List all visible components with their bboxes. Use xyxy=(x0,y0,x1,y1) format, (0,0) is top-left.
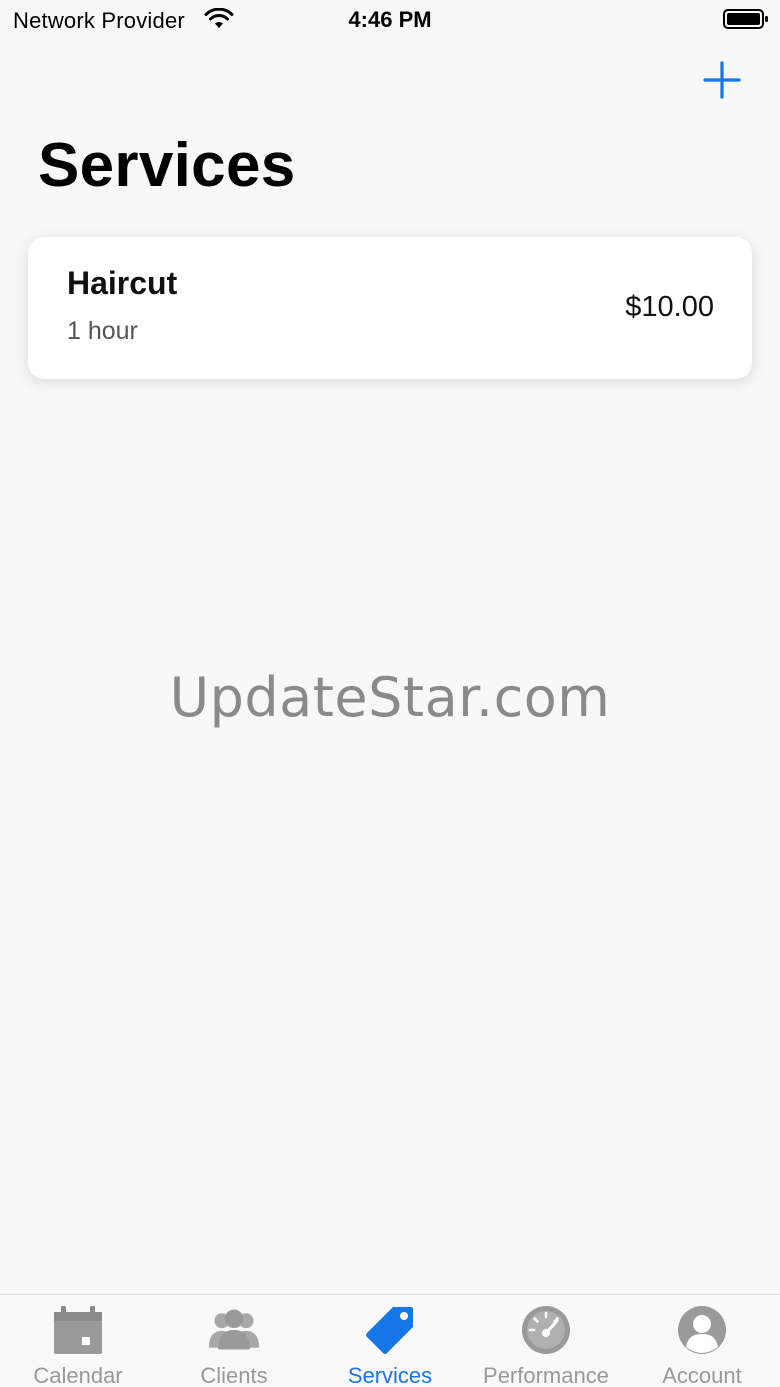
clients-icon xyxy=(208,1309,260,1350)
battery-icon xyxy=(723,9,768,29)
service-duration: 1 hour xyxy=(67,317,138,345)
tab-clients[interactable]: Clients xyxy=(156,1295,312,1387)
tab-label-calendar: Calendar xyxy=(33,1363,123,1387)
tab-account[interactable]: Account xyxy=(624,1295,780,1387)
service-card-haircut[interactable]: Haircut 1 hour $10.00 xyxy=(28,237,752,379)
tab-label-clients: Clients xyxy=(200,1363,268,1387)
tab-bar: Calendar Clients Services Performance Ac… xyxy=(0,1294,780,1387)
tab-services[interactable]: Services xyxy=(312,1295,468,1387)
tag-icon xyxy=(366,1307,413,1354)
services-screen: Network Provider 4:46 PM Services Haircu… xyxy=(0,0,780,1387)
status-time: 4:46 PM xyxy=(348,7,432,32)
page-title: Services xyxy=(38,131,296,200)
tab-label-services: Services xyxy=(347,1363,433,1387)
tab-performance[interactable]: Performance xyxy=(468,1295,624,1387)
service-price: $10.00 xyxy=(625,291,714,323)
watermark: UpdateStar.com xyxy=(169,666,611,729)
speedometer-icon xyxy=(522,1306,570,1354)
account-icon xyxy=(678,1306,726,1354)
plus-icon xyxy=(703,61,741,99)
add-service-button[interactable] xyxy=(700,58,744,102)
service-name: Haircut xyxy=(67,265,178,301)
status-bar: Network Provider 4:46 PM xyxy=(0,0,780,40)
calendar-icon xyxy=(54,1306,102,1354)
tab-label-account: Account xyxy=(662,1363,742,1387)
tab-calendar[interactable]: Calendar xyxy=(0,1295,156,1387)
tab-label-performance: Performance xyxy=(483,1363,609,1387)
